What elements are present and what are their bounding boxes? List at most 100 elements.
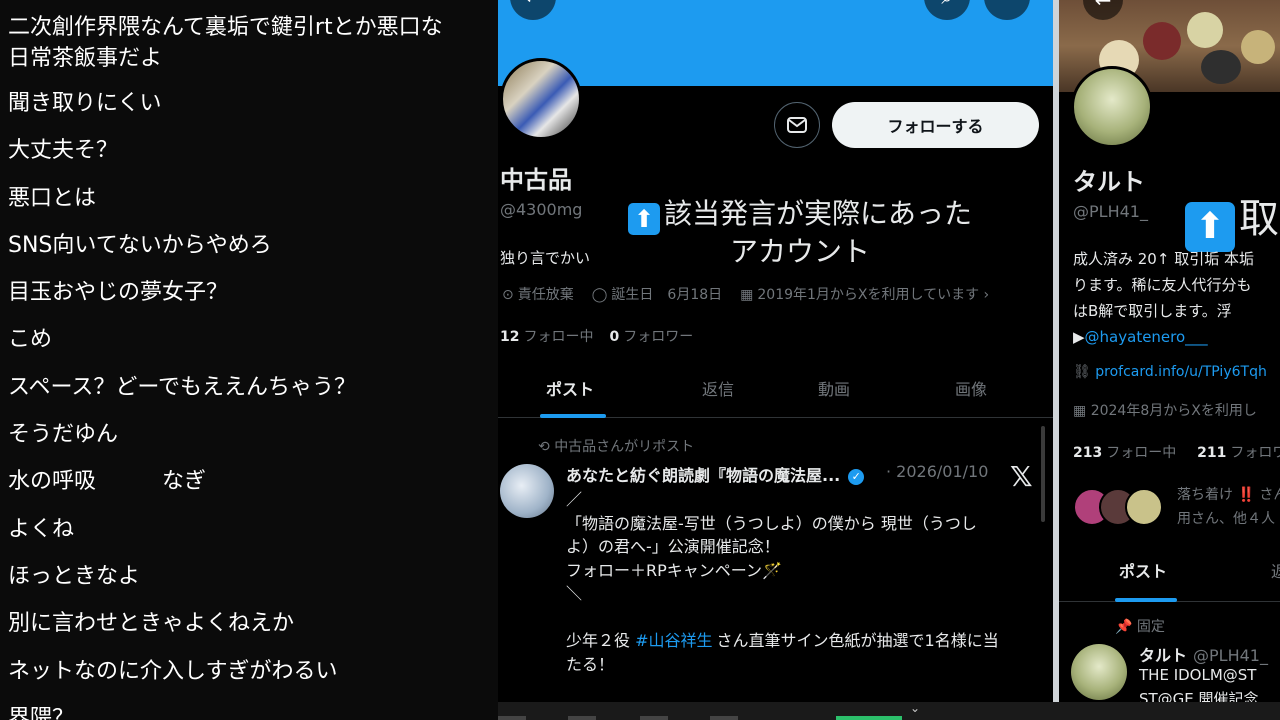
following-link[interactable]: 213 フォロー中	[1073, 445, 1176, 461]
chat-list: 二次創作界隈なんて裏垢で鍵引rtとか悪口な 日常茶飯事だよ 聞き取りにくい 大丈夫そ？…	[8, 0, 498, 720]
user-handle: @PLH41_	[1073, 202, 1148, 221]
bio-line: 成人済み 20↑ 取引垢 本垢	[1073, 250, 1254, 268]
chat-message: 悪口とは	[8, 185, 97, 211]
post-body-line: THE IDOLM@ST	[1139, 666, 1257, 684]
post-date[interactable]: · 2026/01/10	[886, 462, 988, 481]
profile-link[interactable]: ⛓ profcard.info/u/TPiy6Tqh	[1073, 364, 1267, 380]
timeline-segment	[568, 716, 596, 720]
post-body-line: ＼	[566, 584, 583, 603]
tab-images[interactable]: 画像	[955, 376, 987, 400]
joined-item[interactable]: ▦ 2019年1月からXを利用しています ›	[740, 284, 989, 304]
bio-line: ▶@hayatenero___	[1073, 328, 1208, 346]
banner-figure	[1143, 22, 1181, 60]
profile-meta: ⊙ 責任放棄 ◯ 誕生日 6月18日 ▦ 2019年1月からXを利用しています ›	[502, 284, 989, 304]
chat-message: 目玉おやじの夢女子？	[8, 280, 229, 306]
chat-message: 二次創作界隈なんて裏垢で鍵引rtとか悪口な	[8, 15, 443, 40]
chat-panel: 二次創作界隈なんて裏垢で鍵引rtとか悪口な 日常茶飯事だよ 聞き取りにくい 大丈夫そ？…	[0, 0, 498, 720]
known-followers-text[interactable]: 落ち着け ‼️ さん	[1177, 484, 1280, 504]
repost-icon: ⟲	[538, 439, 555, 455]
verified-badge-icon: ✓	[848, 469, 865, 485]
tab-posts[interactable]: ポスト	[546, 376, 594, 400]
profile-bio: 独り言でかい	[500, 249, 591, 267]
timeline-segment	[710, 716, 738, 720]
chat-message: スペース？どーでもええんちゃう？	[8, 374, 357, 400]
repost-note: ⟲ 中古品さんがリポスト	[538, 439, 695, 455]
link-icon: ⛓	[1073, 364, 1096, 380]
banner-figure	[1187, 12, 1223, 48]
calendar-icon: ▦	[1073, 403, 1091, 419]
post-body-line: ／	[566, 490, 583, 509]
timeline-segment	[498, 716, 526, 720]
tab-replies[interactable]: 返信	[702, 376, 734, 400]
active-tab-indicator	[540, 414, 606, 418]
message-button[interactable]	[774, 102, 820, 148]
mention-link[interactable]: @hayatenero___	[1085, 328, 1208, 346]
known-followers-text[interactable]: 用さん、他４人	[1177, 508, 1275, 528]
post-body-line: 少年２役 #山谷祥生 さん直筆サイン色紙が抽選で1名様に当	[566, 631, 999, 650]
timeline-segment	[640, 716, 668, 720]
post-body-line: 「物語の魔法屋-写世（うつしよ）の僕から 現世（うつし	[566, 513, 977, 533]
post-body-line: フォロー＋RPキャンペーン🪄	[566, 560, 782, 580]
tab-replies[interactable]: 返	[1271, 558, 1280, 582]
banner-figure	[1201, 50, 1241, 84]
pinned-label: 📌 固定	[1115, 619, 1165, 635]
post-body-line: ST@GE 開催記念	[1139, 690, 1259, 702]
up-arrow-icon: ⬆	[1185, 202, 1235, 252]
followers-link[interactable]: 0 フォロワー	[609, 329, 693, 345]
bio-line: はB解で取引します。浮	[1073, 302, 1232, 320]
overlay-caption: ⬆ 該当発言が実際にあった アカウント	[600, 197, 1000, 268]
mail-icon	[787, 117, 807, 133]
timeline-active-segment	[836, 716, 902, 720]
follow-counts: 213 フォロー中 211 フォロワ	[1073, 442, 1280, 462]
video-timeline-strip[interactable]: ⌄	[498, 701, 1280, 720]
follow-button[interactable]: フォローする	[832, 102, 1039, 148]
balloon-icon: ◯	[591, 287, 608, 303]
profile-tabs: ポスト 返	[1059, 548, 1280, 602]
overlay-caption: ⬆ 取	[1185, 186, 1279, 252]
chat-message: 日常茶飯事だよ	[8, 46, 163, 71]
post-body-line: たる！	[566, 654, 615, 674]
birthday-item: ◯ 誕生日 6月18日	[591, 287, 723, 303]
joined-item: ▦ 2024年8月からXを利用し	[1073, 403, 1257, 419]
post-author[interactable]: タルト @PLH41_	[1139, 642, 1268, 666]
up-arrow-icon: ⬆	[627, 203, 660, 235]
profile-banner	[498, 0, 1053, 86]
banner-figure	[1241, 30, 1275, 64]
post-body-line	[566, 606, 1036, 630]
chat-message: ほっときなよ	[8, 563, 141, 589]
bio-line: ります。稀に友人代行分も	[1073, 276, 1252, 294]
post-avatar[interactable]	[500, 464, 554, 518]
avatar[interactable]	[500, 58, 582, 140]
profile-panel-secondary: ← タルト @PLH41_ ⬆ 取 成人済み 20↑ 取引垢 本垢 ります。稀に友…	[1059, 0, 1280, 702]
tab-posts[interactable]: ポスト	[1119, 558, 1167, 582]
profile-tabs: ポスト 返信 動画 画像	[498, 362, 1053, 418]
tab-videos[interactable]: 動画	[818, 376, 850, 400]
hashtag-link[interactable]: #山谷祥生	[635, 631, 712, 650]
chat-message: 水の呼吸 なぎ	[8, 469, 207, 495]
chat-message: SNS向いてないからやめろ	[8, 232, 272, 258]
chat-message: 界隈？	[8, 705, 75, 720]
location-item: ⊙ 責任放棄	[502, 287, 574, 303]
followers-link[interactable]: 211 フォロワ	[1197, 445, 1280, 461]
arrow-left-icon: ←	[1094, 0, 1112, 12]
avatar[interactable]	[1071, 66, 1153, 148]
profile-panel-primary: ← ⌕ ⋯ フォローする 中古品 @4300mg ⬆該当発言が実際にあったアカウ…	[498, 0, 1053, 702]
chat-message: ネットなのに介入しすぎがわるい	[8, 658, 338, 684]
post-author[interactable]: あなたと紡ぐ朗読劇『物語の魔法屋... ✓	[566, 462, 865, 486]
following-link[interactable]: 12 フォロー中	[500, 329, 593, 345]
chevron-down-icon[interactable]: ⌄	[910, 701, 920, 715]
chat-message: こめ	[8, 327, 53, 353]
display-name: タルト	[1073, 168, 1145, 196]
avatar	[1125, 488, 1163, 526]
chat-message: 大丈夫そ？	[8, 138, 119, 164]
search-icon: ⌕	[941, 0, 952, 9]
caption-text: 該当発言が実際にあった アカウント	[663, 197, 972, 268]
post-avatar[interactable]	[1071, 644, 1127, 700]
display-name: 中古品	[500, 166, 572, 194]
chat-message: そうだゆん	[8, 422, 119, 448]
chat-message: よくね	[8, 516, 75, 542]
post-body-line: よ）の君へ-」公演開催記念！	[566, 537, 780, 556]
scrollbar[interactable]	[1041, 426, 1045, 522]
calendar-icon: ▦	[740, 287, 754, 303]
active-tab-indicator	[1115, 598, 1177, 602]
